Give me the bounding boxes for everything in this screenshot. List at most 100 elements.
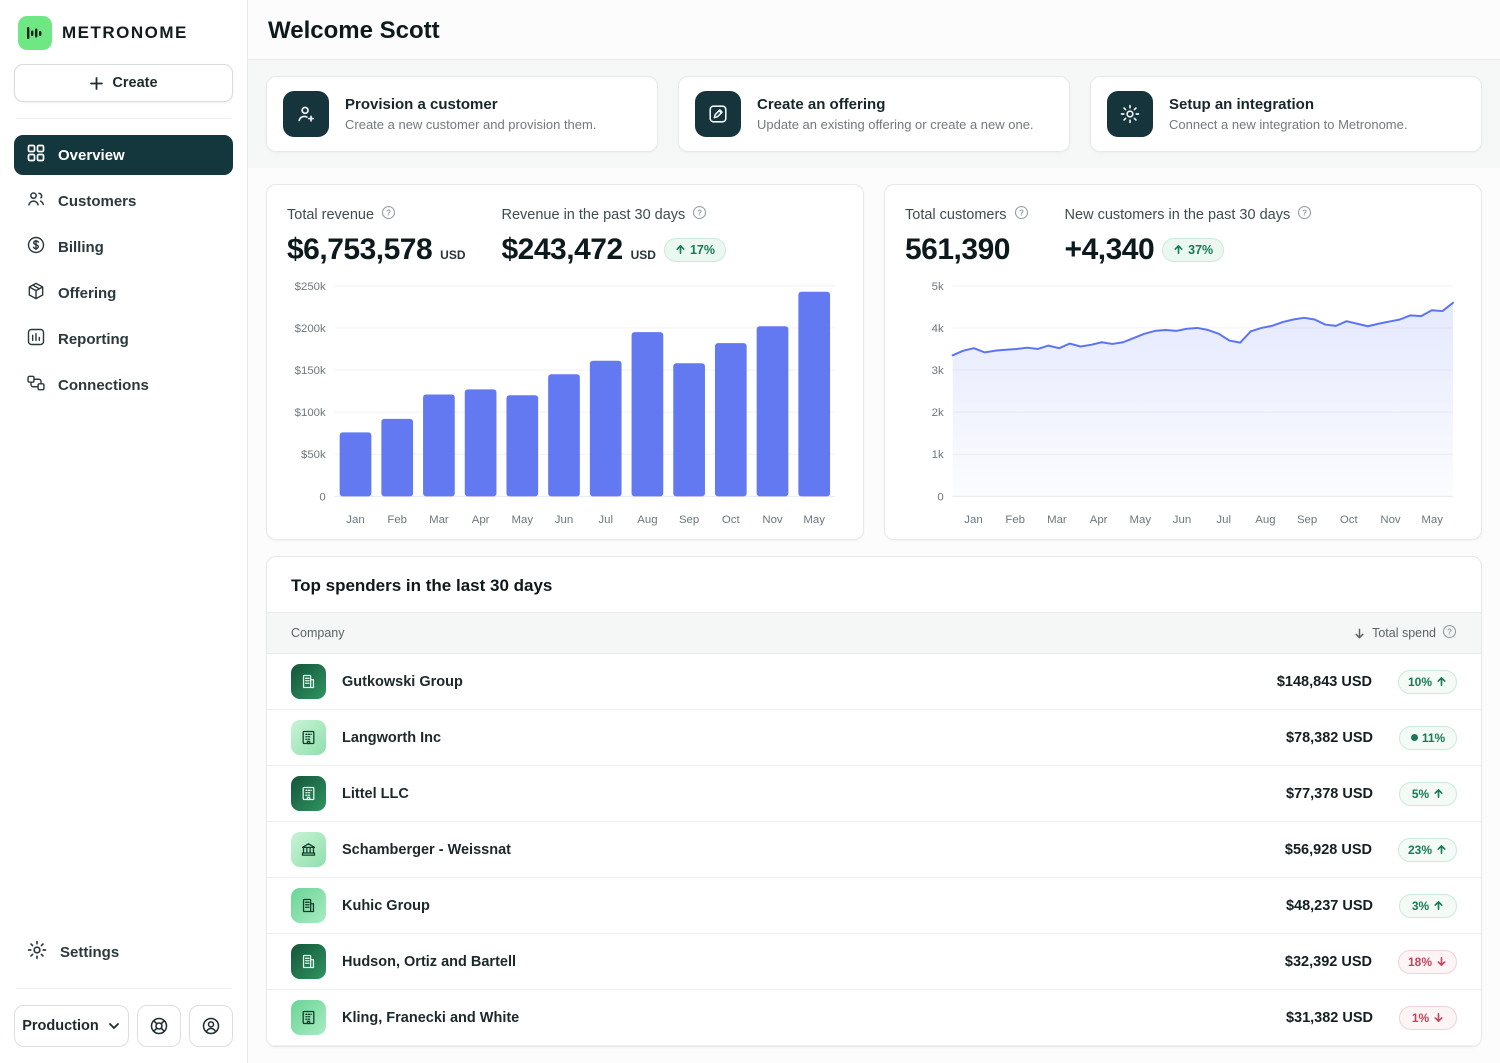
create-button-label: Create: [112, 75, 157, 91]
svg-text:Jul: Jul: [598, 514, 613, 526]
svg-text:Jun: Jun: [1173, 514, 1191, 526]
building-icon: [291, 664, 326, 699]
help-button[interactable]: [137, 1005, 181, 1047]
svg-text:Jan: Jan: [964, 514, 982, 526]
action-card-provision-a-customer[interactable]: Provision a customerCreate a new custome…: [266, 76, 658, 152]
period-revenue-metric: Revenue in the past 30 days ? $243,472 U…: [502, 205, 727, 267]
company-name: Schamberger - Weissnat: [342, 842, 511, 858]
dollar-circle-icon: [26, 235, 46, 259]
action-card-create-an-offering[interactable]: Create an offeringUpdate an existing off…: [678, 76, 1070, 152]
bar-Jan[interactable]: [340, 432, 372, 496]
create-button[interactable]: Create: [14, 64, 233, 102]
total-revenue-value: $6,753,578: [287, 233, 432, 267]
table-row[interactable]: Langworth Inc$78,382 USD11%: [267, 710, 1481, 766]
gear-icon: [26, 939, 48, 965]
company-name: Littel LLC: [342, 786, 409, 802]
bar-Jun[interactable]: [548, 374, 580, 496]
total-revenue-metric: Total revenue ? $6,753,578 USD: [287, 205, 466, 267]
total-spend-value: $148,843 USD: [1277, 674, 1372, 690]
svg-text:$150k: $150k: [295, 365, 326, 377]
help-icon[interactable]: ?: [1014, 205, 1029, 225]
bar-Aug[interactable]: [632, 332, 664, 496]
metronome-logo-icon[interactable]: [18, 16, 52, 50]
user-circle-icon: [201, 1016, 221, 1036]
action-card-setup-an-integration[interactable]: Setup an integrationConnect a new integr…: [1090, 76, 1482, 152]
total-spend-value: $31,382 USD: [1286, 1010, 1373, 1026]
sidebar-item-customers[interactable]: Customers: [14, 181, 233, 221]
sidebar-item-settings[interactable]: Settings: [14, 932, 233, 972]
spend-change-badge: 5%: [1399, 782, 1457, 806]
sidebar-item-offering[interactable]: Offering: [14, 273, 233, 313]
svg-text:May: May: [1130, 514, 1152, 526]
building-icon: [291, 888, 326, 923]
help-icon[interactable]: ?: [1297, 205, 1312, 225]
total-spend-value: $56,928 USD: [1285, 842, 1372, 858]
grid-icon: [26, 143, 46, 167]
top-spenders-title: Top spenders in the last 30 days: [267, 557, 1481, 612]
arrow-up-icon: [1433, 900, 1444, 911]
report-icon: [26, 327, 46, 351]
spend-change-badge: 1%: [1399, 1006, 1457, 1030]
svg-text:$100k: $100k: [295, 407, 326, 419]
sidebar-item-billing[interactable]: Billing: [14, 227, 233, 267]
revenue-bar-chart[interactable]: $250k$200k$150k$100k$50k0JanFebMarAprMay…: [287, 277, 843, 529]
column-total-spend[interactable]: Total spend ?: [1353, 624, 1457, 642]
bar-Nov[interactable]: [757, 326, 789, 496]
arrow-up-icon: [1436, 676, 1447, 687]
bar-May[interactable]: [506, 395, 538, 496]
bar-Sep[interactable]: [673, 363, 705, 496]
total-spend-value: $48,237 USD: [1286, 898, 1373, 914]
apartment-icon: [291, 1000, 326, 1035]
package-icon: [26, 281, 46, 305]
arrow-up-icon: [1173, 244, 1184, 255]
help-icon[interactable]: ?: [1442, 624, 1457, 642]
column-company: Company: [291, 626, 345, 640]
svg-text:May: May: [1421, 514, 1443, 526]
customers-line-chart[interactable]: 5k4k3k2k1k0JanFebMarAprMayJunJulAugSepOc…: [905, 277, 1461, 529]
user-plus-icon: [283, 91, 329, 137]
svg-text:May: May: [512, 514, 534, 526]
table-row[interactable]: Kling, Franecki and White$31,382 USD1%: [267, 990, 1481, 1046]
bar-Feb[interactable]: [381, 419, 413, 496]
sidebar: METRONOME Create OverviewCustomersBillin…: [0, 0, 248, 1063]
help-icon[interactable]: ?: [381, 205, 396, 225]
dot-icon: [1411, 734, 1418, 741]
quick-actions-band: Provision a customerCreate a new custome…: [248, 59, 1500, 168]
sidebar-item-connections[interactable]: Connections: [14, 365, 233, 405]
svg-text:?: ?: [697, 208, 702, 217]
table-header-row: Company Total spend ?: [267, 612, 1481, 654]
bar-May[interactable]: [798, 292, 830, 497]
spend-change-badge: 18%: [1398, 950, 1457, 974]
bar-Apr[interactable]: [465, 389, 497, 496]
customers-change-badge: 37%: [1162, 238, 1224, 262]
svg-text:Jun: Jun: [555, 514, 573, 526]
svg-text:?: ?: [386, 208, 391, 217]
sidebar-nav: Overview Customers Billing Offering Reportin…: [14, 135, 233, 405]
help-icon[interactable]: ?: [692, 205, 707, 225]
lifebuoy-icon: [149, 1016, 169, 1036]
bar-Jul[interactable]: [590, 361, 622, 497]
settings-label: Settings: [60, 944, 119, 961]
arrow-up-icon: [1433, 788, 1444, 799]
svg-text:?: ?: [1019, 208, 1024, 217]
table-row[interactable]: Kuhic Group$48,237 USD3%: [267, 878, 1481, 934]
table-row[interactable]: Schamberger - Weissnat$56,928 USD23%: [267, 822, 1481, 878]
svg-text:May: May: [803, 514, 825, 526]
bar-Mar[interactable]: [423, 394, 455, 496]
svg-text:?: ?: [1447, 627, 1452, 636]
sidebar-item-label: Reporting: [58, 331, 129, 348]
svg-text:0: 0: [319, 491, 325, 503]
account-button[interactable]: [189, 1005, 233, 1047]
table-row[interactable]: Gutkowski Group$148,843 USD10%: [267, 654, 1481, 710]
table-row[interactable]: Littel LLC$77,378 USD5%: [267, 766, 1481, 822]
svg-text:Aug: Aug: [1255, 514, 1275, 526]
svg-text:Jan: Jan: [346, 514, 364, 526]
svg-text:3k: 3k: [932, 365, 944, 377]
svg-text:Oct: Oct: [722, 514, 741, 526]
total-spend-value: $32,392 USD: [1285, 954, 1372, 970]
sidebar-item-overview[interactable]: Overview: [14, 135, 233, 175]
table-row[interactable]: Hudson, Ortiz and Bartell$32,392 USD18%: [267, 934, 1481, 990]
environment-selector[interactable]: Production: [14, 1005, 129, 1047]
bar-Oct[interactable]: [715, 343, 747, 496]
sidebar-item-reporting[interactable]: Reporting: [14, 319, 233, 359]
